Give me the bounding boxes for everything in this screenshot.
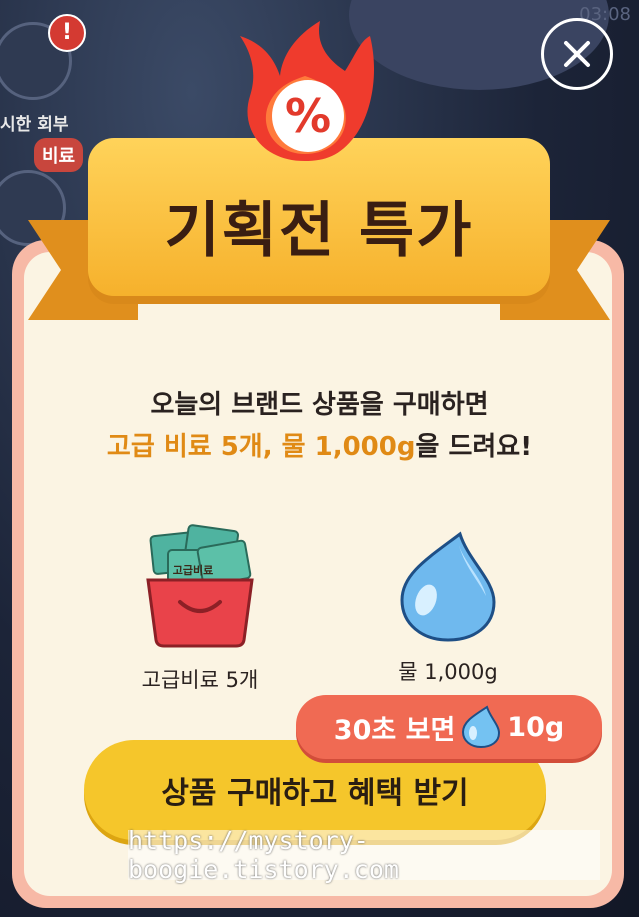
headline-line2: 고급 비료 5개, 물 1,000g을 드려요! [0, 426, 639, 463]
close-icon [564, 41, 590, 67]
reward-fertilizer: 고급비료 고급비료 5개 [100, 520, 300, 694]
headline-highlight: 고급 비료 5개, 물 1,000g [106, 432, 416, 462]
fertilizer-basket-icon: 고급비료 [146, 524, 254, 648]
headline-line1: 오늘의 브랜드 상품을 구매하면 [150, 390, 489, 420]
watch-ad-button[interactable]: 30초 보면 10g [296, 695, 602, 759]
fertilizer-pack-text: 고급비료 [173, 563, 213, 577]
water-drop-small-icon [462, 705, 501, 749]
water-drop-icon [400, 531, 496, 642]
popup-title: 기획전 특가 [164, 196, 474, 266]
ad-offer-prefix: 30초 보면 [333, 714, 456, 746]
watermark-text: https://mystory-boogie.tistory.com [128, 826, 600, 884]
reward-fertilizer-label: 고급비료 5개 [141, 668, 259, 692]
reward-water: 물 1,000g [348, 530, 548, 686]
badge-symbol: % [285, 89, 331, 143]
flame-percent-icon: % [240, 21, 375, 161]
alert-badge: ! [48, 14, 86, 52]
headline-rest: 을 드려요! [415, 432, 533, 462]
ad-offer-amount: 10g [507, 711, 565, 743]
close-button[interactable] [541, 18, 613, 90]
reward-water-label: 물 1,000g [398, 660, 498, 684]
